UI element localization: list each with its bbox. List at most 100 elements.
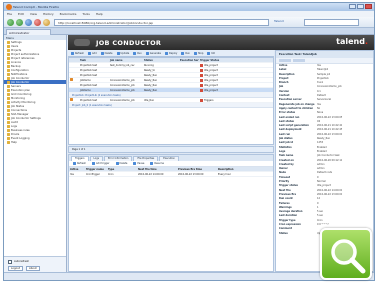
property-key: Status	[279, 231, 288, 235]
folder-icon	[7, 92, 10, 96]
menu-bookmarks[interactable]: Bookmarks	[60, 12, 77, 16]
folder-icon	[7, 124, 10, 128]
toolbar-button[interactable]: Add	[87, 51, 98, 55]
sidebar-item-label: Project references	[11, 56, 35, 60]
folder-icon	[7, 108, 10, 112]
tab-error-information[interactable]: Error Information	[104, 156, 133, 161]
folder-icon	[7, 44, 10, 48]
tab-triggers[interactable]: Triggers	[71, 156, 89, 161]
autorefresh-checkbox[interactable]	[8, 260, 12, 264]
grid-header-cell[interactable]: Status	[143, 59, 179, 62]
status-bar	[4, 272, 374, 280]
tab-execution[interactable]: Execution	[159, 156, 180, 161]
folder-icon	[7, 140, 10, 144]
sidebar-item-label: Notifications	[11, 72, 28, 76]
zoom-magnifier-icon[interactable]	[320, 228, 372, 280]
table-row[interactable]: Yes CronTrigger Cron 2010-06-22 14:00:00 201…	[69, 172, 273, 177]
toolbar-button[interactable]: Generate	[145, 51, 162, 55]
property-value[interactable]: Default node	[317, 171, 332, 175]
trigger-tool-button[interactable]: Refresh	[72, 162, 87, 165]
trigger-tool-button[interactable]: Delete	[115, 162, 129, 165]
trigger-grid: Active Trigger name Type Next fire time Prev…	[69, 167, 273, 177]
toolbar-button[interactable]: Update	[116, 51, 131, 55]
grid-header-cell[interactable]: Execution Server	[179, 59, 199, 62]
sidebar-item-label: Activity Monitoring	[11, 100, 36, 104]
toolbar-button[interactable]: Run	[132, 51, 143, 55]
home-icon[interactable]	[43, 19, 50, 26]
folder-icon	[7, 132, 10, 136]
trigger-status-cell: Idle_project	[199, 88, 239, 92]
trigger-tool-button[interactable]: Resume	[149, 162, 165, 165]
folder-icon	[7, 88, 10, 92]
toolbar-button[interactable]: Stop	[193, 51, 204, 55]
toolbar-icon	[133, 51, 137, 55]
folder-icon	[7, 100, 10, 104]
trigger-header-cell[interactable]: Trigger name	[85, 168, 107, 171]
menu-edit[interactable]: Edit	[18, 12, 24, 16]
logout-button[interactable]: Logout	[8, 266, 23, 271]
property-value[interactable]: 2010-06-22 13:00:05	[317, 116, 342, 120]
sidebar-item-label: Execution plan	[11, 88, 31, 92]
grid-header-cell[interactable]: Trigger Status	[199, 59, 239, 62]
menu-help[interactable]: Help	[96, 12, 103, 16]
folder-icon	[7, 40, 10, 44]
warning-icon	[70, 98, 73, 101]
tab-file-properties[interactable]: File Properties	[133, 156, 159, 161]
folder-icon	[7, 68, 10, 72]
trigger-header-cell[interactable]: Previous fire time	[177, 168, 217, 171]
maximize-button[interactable]	[357, 4, 364, 9]
cancel-button[interactable]	[293, 59, 305, 62]
toolbar-icon	[100, 51, 104, 55]
trigger-header-cell[interactable]: Description	[217, 168, 273, 171]
job-name-cell: ConnexionDemo_job	[110, 98, 135, 102]
bookmark-link[interactable]: Talend	[274, 19, 284, 23]
close-button[interactable]	[365, 4, 372, 9]
trigger-header-cell[interactable]: Type	[107, 168, 137, 171]
menu-tools[interactable]: Tools	[82, 12, 89, 16]
menu-history[interactable]: History	[43, 12, 54, 16]
property-value[interactable]: 2010-06-22 13:00:00	[317, 193, 342, 197]
menu-file[interactable]: File	[7, 12, 12, 16]
grid-header-cell[interactable]: Job name	[109, 59, 143, 62]
folder-icon	[7, 56, 10, 60]
group-header[interactable]: Project: Job_0 (1 execution tasks)	[69, 103, 273, 108]
trigger-tool-button[interactable]: Pause	[132, 162, 145, 165]
toolbar-button[interactable]: Refresh	[70, 51, 85, 55]
toolbar-button[interactable]: Deploy	[164, 51, 178, 55]
grid-header-cell[interactable]: Task	[79, 59, 109, 62]
back-button[interactable]	[74, 39, 90, 46]
folder-icon	[7, 136, 10, 140]
folder-icon	[7, 80, 10, 84]
url-bar[interactable]: http://localhost:8080/org.talend.adminis…	[54, 19, 269, 26]
save-button[interactable]	[279, 59, 291, 62]
status-cell: Ready_Run	[144, 73, 158, 77]
toolbar-button-label: Run	[185, 51, 190, 55]
toolbar-icon	[88, 51, 92, 55]
trigger-header-cell[interactable]: Next fire time	[137, 168, 177, 171]
trigger-header-cell[interactable]: Active	[69, 168, 85, 171]
toolbar-button[interactable]: Kill	[206, 51, 216, 55]
sidebar: Menu Settings Users Projects Project author…	[4, 35, 67, 272]
toolbar-button[interactable]: Run	[180, 51, 191, 55]
trigger-tool-label: Pause	[137, 162, 145, 165]
sidebar-item[interactable]: Help	[4, 140, 66, 144]
minimize-button[interactable]	[349, 4, 356, 9]
back-icon[interactable]	[7, 19, 14, 26]
toolbar-icon	[116, 51, 120, 55]
reload-icon[interactable]	[25, 19, 32, 26]
folder-icon	[7, 72, 10, 76]
autorefresh-label: Autorefresh	[14, 260, 30, 263]
toolbar-button[interactable]: Delete	[100, 51, 114, 55]
sidebar-item-label: Audit	[11, 120, 18, 124]
about-button[interactable]: About	[26, 266, 40, 271]
sidebar-item-label: Connections	[11, 108, 28, 112]
search-input[interactable]	[304, 19, 359, 26]
menu-view[interactable]: View	[30, 12, 37, 16]
stop-icon[interactable]	[34, 19, 41, 26]
trigger-tool-button[interactable]: Add trigger	[91, 162, 110, 165]
forward-icon[interactable]	[16, 19, 23, 26]
page-title: JOB CONDUCTOR	[96, 39, 162, 47]
property-value[interactable]: 0 0 * * * ?	[317, 223, 329, 227]
toolbar-icon	[164, 51, 168, 55]
tab-logs[interactable]: Logs	[89, 156, 104, 161]
